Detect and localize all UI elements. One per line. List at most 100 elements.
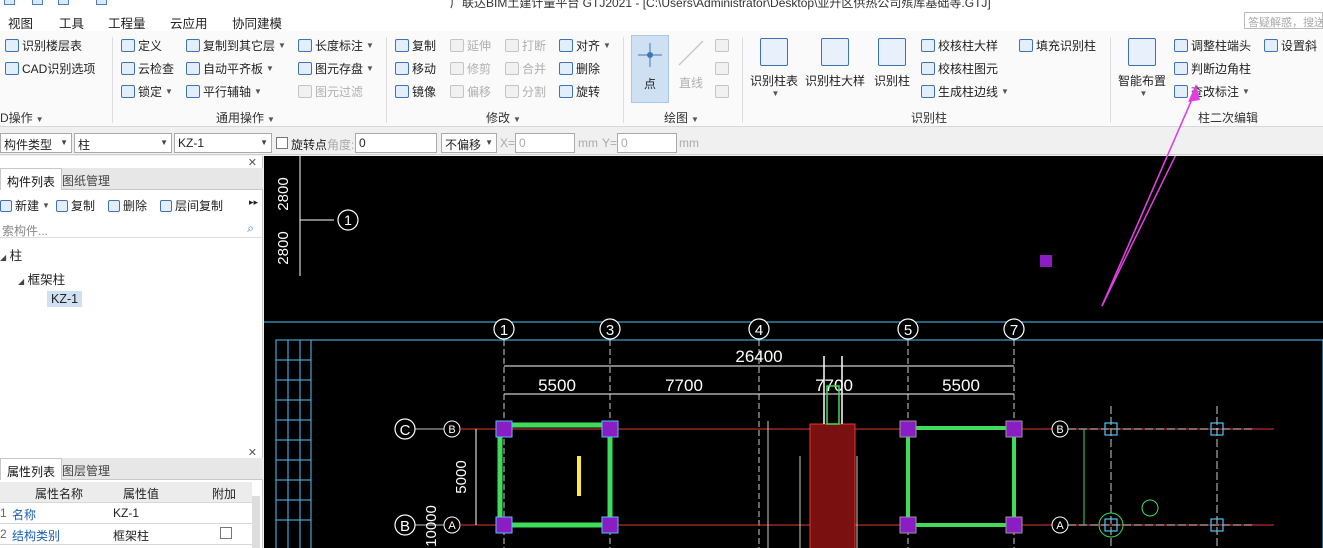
rectangle-icon: [715, 84, 729, 98]
additional-checkbox[interactable]: [220, 527, 232, 539]
chevron-down-icon: ▼: [267, 115, 275, 124]
y-input[interactable]: 0: [617, 133, 677, 153]
menu-cloud[interactable]: 云应用: [170, 13, 208, 32]
x-input[interactable]: 0: [515, 133, 575, 153]
generate-column-edge-button[interactable]: 生成柱边线 ▼: [921, 81, 1009, 101]
merge-button[interactable]: 合并: [505, 58, 546, 78]
component-search-input[interactable]: 索构件... ⌕: [0, 220, 262, 238]
recognize-column-table-button[interactable]: 识别柱表 ▼: [750, 38, 798, 98]
help-search-input[interactable]: 答疑解惑，搜送: [1244, 12, 1323, 29]
table-row[interactable]: 1 名称 KZ-1: [0, 503, 252, 524]
redo-icon[interactable]: [58, 0, 69, 5]
more-tools-icon[interactable]: ▸▸: [249, 197, 258, 208]
column-icon: [878, 38, 906, 66]
cloud-check-button[interactable]: 云检查: [121, 58, 174, 78]
recognize-floor-table-button[interactable]: 识别楼层表: [5, 35, 82, 55]
quick-access-icon[interactable]: [96, 0, 107, 5]
copy-to-floor-button[interactable]: 复制到其它层 ▼: [186, 35, 286, 55]
component-name-select[interactable]: KZ-1 ▼: [174, 133, 272, 153]
menu-view[interactable]: 视图: [8, 13, 33, 32]
tree-node-kz1[interactable]: KZ-1: [47, 291, 83, 307]
offset-button[interactable]: 偏移: [450, 81, 491, 101]
move-button[interactable]: 移动: [395, 58, 436, 78]
component-kind-select[interactable]: 柱 ▼: [74, 133, 172, 153]
menu-tools[interactable]: 工具: [59, 13, 84, 32]
point-draw-button[interactable]: 点: [631, 35, 669, 103]
axis-label: 7: [1010, 322, 1018, 339]
chevron-down-icon: ▼: [165, 86, 173, 96]
element-filter-button[interactable]: 图元过滤: [298, 81, 363, 101]
adjust-column-end-button[interactable]: 调整柱端头: [1174, 35, 1251, 55]
fill-recognize-column-button[interactable]: 填充识别柱: [1019, 35, 1096, 55]
menu-quantity[interactable]: 工程量: [108, 13, 146, 32]
chevron-down-icon: ▼: [603, 40, 611, 50]
trim-button[interactable]: 修剪: [450, 58, 491, 78]
chevron-down-icon: ▼: [771, 89, 780, 98]
copy-between-floors-button[interactable]: 层间复制: [160, 197, 223, 214]
auto-align-slab-button[interactable]: 自动平齐板 ▼: [186, 58, 274, 78]
recognize-column-detail-button[interactable]: 识别柱大样: [805, 38, 865, 89]
axis-label: C: [400, 422, 411, 439]
cad-options-button[interactable]: CAD识别选项: [5, 58, 95, 78]
component-type-select[interactable]: 构件类型 ▼: [0, 133, 72, 153]
group-general-label[interactable]: 通用操作 ▼: [216, 109, 275, 126]
rotate-point-checkbox[interactable]: [276, 137, 288, 149]
tree-node-column[interactable]: ◢ 柱: [0, 245, 22, 264]
align-slab-icon: [186, 61, 200, 75]
angle-label: 角度:: [327, 138, 355, 152]
tab-property-list[interactable]: 属性列表: [0, 458, 63, 480]
tab-component-list[interactable]: 构件列表: [0, 168, 63, 190]
length-dim-button[interactable]: 长度标注 ▼: [298, 35, 374, 55]
check-column-element-button[interactable]: 校核柱图元: [921, 58, 998, 78]
span-dimension: 5500: [538, 376, 576, 395]
copy-component-button[interactable]: 复制: [56, 197, 95, 214]
recognize-column-button[interactable]: 识别柱: [874, 38, 910, 89]
tab-drawing-management[interactable]: 图纸管理: [56, 168, 116, 190]
lock-icon: [121, 84, 135, 98]
align-button[interactable]: 对齐 ▼: [559, 35, 611, 55]
circle-draw-button[interactable]: [715, 58, 732, 78]
group-modify-label[interactable]: 修改 ▼: [486, 109, 521, 126]
chevron-down-icon: ▼: [35, 115, 44, 124]
undo-icon[interactable]: [32, 0, 43, 5]
chevron-down-icon: ▼: [513, 115, 521, 124]
tab-layer-management[interactable]: 图层管理: [56, 458, 116, 480]
lock-button[interactable]: 锁定 ▼: [121, 81, 173, 101]
group-draw-label[interactable]: 绘图 ▼: [664, 109, 699, 126]
element-save-button[interactable]: 图元存盘 ▼: [298, 58, 374, 78]
trim-icon: [450, 61, 464, 75]
smart-layout-icon: [1128, 38, 1156, 66]
scrollbar[interactable]: [252, 496, 260, 548]
extend-button[interactable]: 延伸: [450, 35, 491, 55]
align-icon: [559, 38, 573, 52]
menu-collab[interactable]: 协同建模: [232, 13, 282, 32]
window-title: 广联达BIM土建计量平台 GTJ2021 - [C:\Users\Adminis…: [450, 0, 991, 10]
delete-button[interactable]: 删除: [559, 58, 600, 78]
rect-draw-button[interactable]: [715, 81, 732, 101]
parallel-axis-button[interactable]: 平行辅轴 ▼: [186, 81, 262, 101]
property-tabs: 属性列表 图层管理: [0, 458, 263, 480]
judge-corner-column-button[interactable]: 判断边角柱: [1174, 58, 1251, 78]
table-row[interactable]: 2 结构类别 框架柱: [0, 524, 252, 545]
split-button[interactable]: 分割: [505, 81, 546, 101]
chevron-down-icon: ▼: [160, 138, 168, 147]
x-label: X=: [500, 136, 516, 150]
offset-select[interactable]: 不偏移 ▼: [441, 133, 497, 153]
set-slope-button[interactable]: 设置斜: [1264, 35, 1317, 55]
angle-input[interactable]: 0: [355, 133, 437, 153]
rotate-button[interactable]: 旋转: [559, 81, 600, 101]
define-button[interactable]: 定义: [121, 35, 162, 55]
copy-icon: [395, 38, 409, 52]
new-component-button[interactable]: 新建 ▼: [0, 197, 50, 214]
mirror-button[interactable]: 镜像: [395, 81, 436, 101]
delete-component-button[interactable]: 删除: [108, 197, 147, 214]
copy-button[interactable]: 复制: [395, 35, 436, 55]
group-cad-label[interactable]: D操作 ▼: [0, 109, 44, 126]
chevron-down-icon: ▼: [691, 115, 699, 124]
line-draw-button[interactable]: 直线: [676, 38, 706, 91]
tree-node-frame-column[interactable]: ◢ 框架柱: [18, 269, 65, 288]
arc-draw-button[interactable]: [715, 35, 732, 55]
break-button[interactable]: 打断: [505, 35, 546, 55]
save-icon[interactable]: [4, 0, 15, 5]
check-column-detail-button[interactable]: 校核柱大样: [921, 35, 998, 55]
